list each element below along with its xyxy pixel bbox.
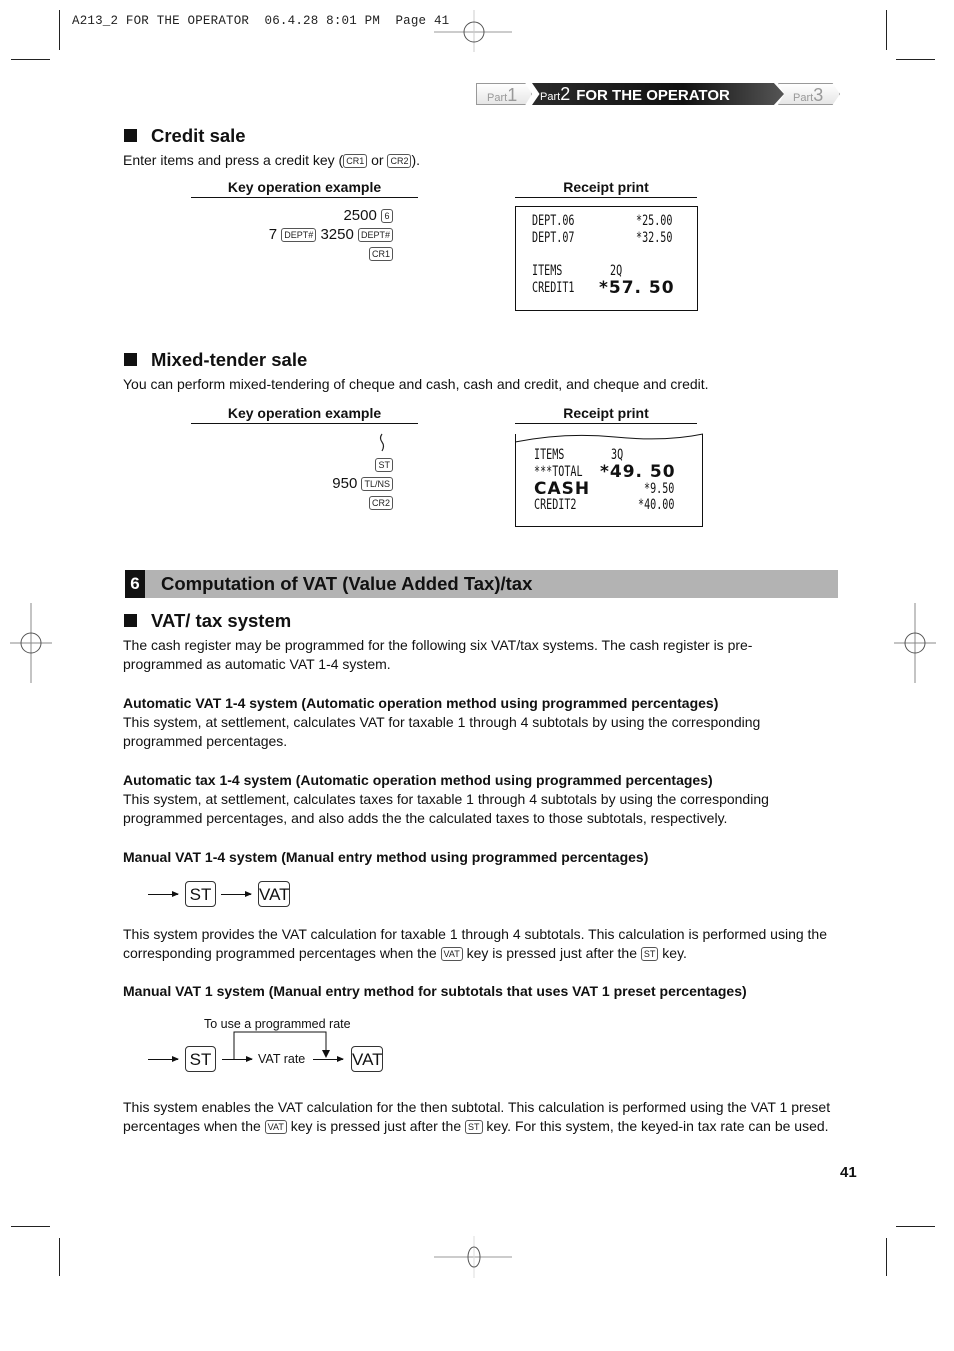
key-line: ST <box>375 456 393 473</box>
receipt-label-cash: CASH <box>534 479 591 499</box>
registration-mark-left <box>10 603 52 683</box>
flow-arrow <box>222 1056 253 1062</box>
st-key-icon: ST <box>465 1120 483 1135</box>
auto-tax-title: Automatic tax 1-4 system (Automatic oper… <box>123 772 713 788</box>
part-navigation: Part1 Part3 Part2 FOR THE OPERATOR <box>476 83 840 105</box>
manual-vat1-title: Manual VAT 1 system (Manual entry method… <box>123 983 747 999</box>
bullet-square-icon <box>124 353 137 366</box>
receipt-label: ITEMS <box>532 263 563 279</box>
registration-mark-right <box>894 603 936 683</box>
receipt-label: CREDIT2 <box>534 497 577 513</box>
receipt-value: *25.00 <box>636 213 673 229</box>
receipt-value: 2Q <box>610 263 623 279</box>
credit-sale-intro: Enter items and press a credit key (CR1 … <box>123 152 421 169</box>
crop-mark <box>896 59 935 60</box>
dept6-key-icon: 6 <box>381 209 393 224</box>
key-line: CR1 <box>368 245 393 262</box>
section-number: 6 <box>125 570 145 598</box>
receipt-label: CREDIT1 <box>532 280 575 296</box>
crop-mark <box>896 1226 935 1227</box>
vat-rate-label: VAT rate <box>258 1052 306 1066</box>
flow-arrow <box>221 891 252 897</box>
manual-vat14-body: This system provides the VAT calculation… <box>123 926 827 962</box>
auto-vat-title: Automatic VAT 1-4 system (Automatic oper… <box>123 695 719 711</box>
page-number: 41 <box>840 1164 857 1181</box>
vat-key: VAT <box>258 881 290 907</box>
receipt-credit-sale: DEPT.06 *25.00 DEPT.07 *32.50 ITEMS 2Q C… <box>515 206 698 311</box>
manual-vat1-body: This system enables the VAT calculation … <box>123 1099 831 1135</box>
crop-mark <box>11 1226 50 1227</box>
bullet-square-icon <box>124 614 137 627</box>
flow-arrow <box>148 891 179 897</box>
receipt-total-value: *57. 50 <box>599 278 675 298</box>
receipt-print-header: Receipt print <box>515 405 697 424</box>
key-line: 2500 6 <box>343 207 393 224</box>
printer-slug: A213_2 FOR THE OPERATOR 06.4.28 8:01 PM … <box>72 14 450 28</box>
receipt-label: ITEMS <box>534 447 565 463</box>
mixed-tender-intro: You can perform mixed-tendering of chequ… <box>123 376 709 392</box>
vat-system-heading: VAT/ tax system <box>124 610 291 632</box>
crop-mark <box>59 1238 60 1276</box>
st-key-icon: ST <box>375 458 393 473</box>
key-line: 950 TL/NS <box>332 475 393 492</box>
crop-mark <box>886 10 887 50</box>
receipt-print-header: Receipt print <box>515 179 697 198</box>
dept-hash-key-icon: DEPT# <box>281 228 317 243</box>
st-key-icon: ST <box>640 947 659 962</box>
torn-edge <box>515 433 703 443</box>
auto-vat-body: This system, at settlement, calculates V… <box>123 714 761 749</box>
flow-arrow <box>313 1056 344 1062</box>
crop-mark <box>59 10 60 50</box>
receipt-mixed-tender: ITEMS 3Q ***TOTAL *49. 50 CASH *9.50 CRE… <box>515 433 703 527</box>
crop-mark <box>11 59 50 60</box>
st-key: ST <box>185 881 216 907</box>
section-title: Computation of VAT (Value Added Tax)/tax <box>161 573 533 594</box>
registration-mark-top <box>434 10 512 52</box>
cr2-key-icon: CR2 <box>368 496 393 511</box>
manual-vat14-title: Manual VAT 1-4 system (Manual entry meth… <box>123 849 649 865</box>
vat-key-icon: VAT <box>264 1120 287 1135</box>
receipt-label: ***TOTAL <box>534 464 583 480</box>
key-line: CR2 <box>368 494 393 511</box>
continuation-tilde-icon <box>379 433 385 452</box>
part3-tab: Part3 <box>778 83 840 105</box>
mixed-tender-heading: Mixed-tender sale <box>124 349 307 371</box>
dept-hash-key-icon: DEPT# <box>357 228 393 243</box>
cr1-key-icon: CR1 <box>343 154 368 169</box>
flow-arrow <box>148 1056 179 1062</box>
receipt-value: 3Q <box>611 447 624 463</box>
auto-tax-body: This system, at settlement, calculates t… <box>123 791 769 826</box>
vat-key: VAT <box>351 1046 383 1072</box>
bullet-square-icon <box>124 129 137 142</box>
cr1-key-icon: CR1 <box>368 247 393 262</box>
receipt-label: DEPT.06 <box>532 213 575 229</box>
receipt-value: *32.50 <box>636 230 673 246</box>
registration-mark-bottom <box>434 1236 512 1278</box>
credit-sale-heading: Credit sale <box>124 125 246 147</box>
part2-tab-active: Part2 FOR THE OPERATOR <box>532 83 784 105</box>
receipt-value: *9.50 <box>644 481 675 497</box>
tlns-key-icon: TL/NS <box>361 477 393 492</box>
receipt-value: *40.00 <box>638 497 675 513</box>
part1-tab: Part1 <box>476 83 532 105</box>
key-line: 7 DEPT# 3250 DEPT# <box>269 226 393 243</box>
st-key: ST <box>185 1046 216 1072</box>
vat-system-intro: The cash register may be programmed for … <box>123 637 753 672</box>
crop-mark <box>886 1238 887 1276</box>
receipt-total-value: *49. 50 <box>600 462 676 482</box>
key-operation-header: Key operation example <box>191 179 418 198</box>
cr2-key-icon: CR2 <box>387 154 412 169</box>
key-operation-header: Key operation example <box>191 405 418 424</box>
vat-key-icon: VAT <box>440 947 463 962</box>
receipt-label: DEPT.07 <box>532 230 575 246</box>
